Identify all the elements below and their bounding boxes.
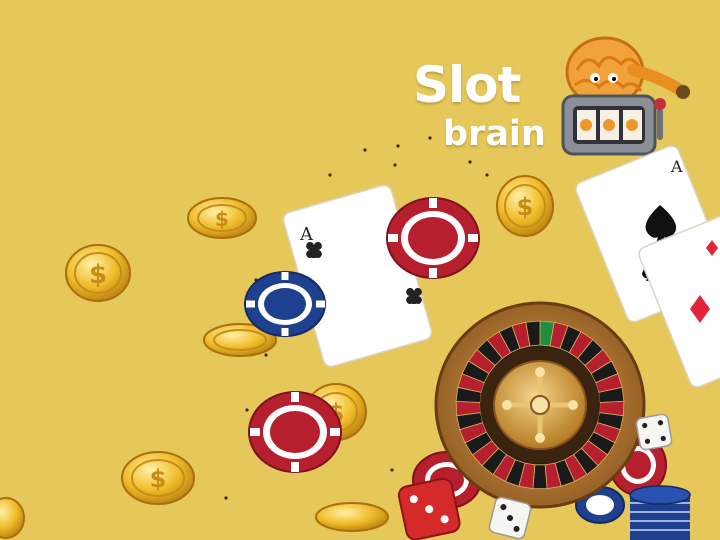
white-die-icon bbox=[488, 496, 532, 540]
dice-layer bbox=[397, 413, 673, 540]
casino-banner: Slot brain $ $ $ $ A A bbox=[0, 0, 720, 540]
red-die-icon bbox=[397, 477, 461, 540]
white-die-icon bbox=[635, 413, 673, 451]
